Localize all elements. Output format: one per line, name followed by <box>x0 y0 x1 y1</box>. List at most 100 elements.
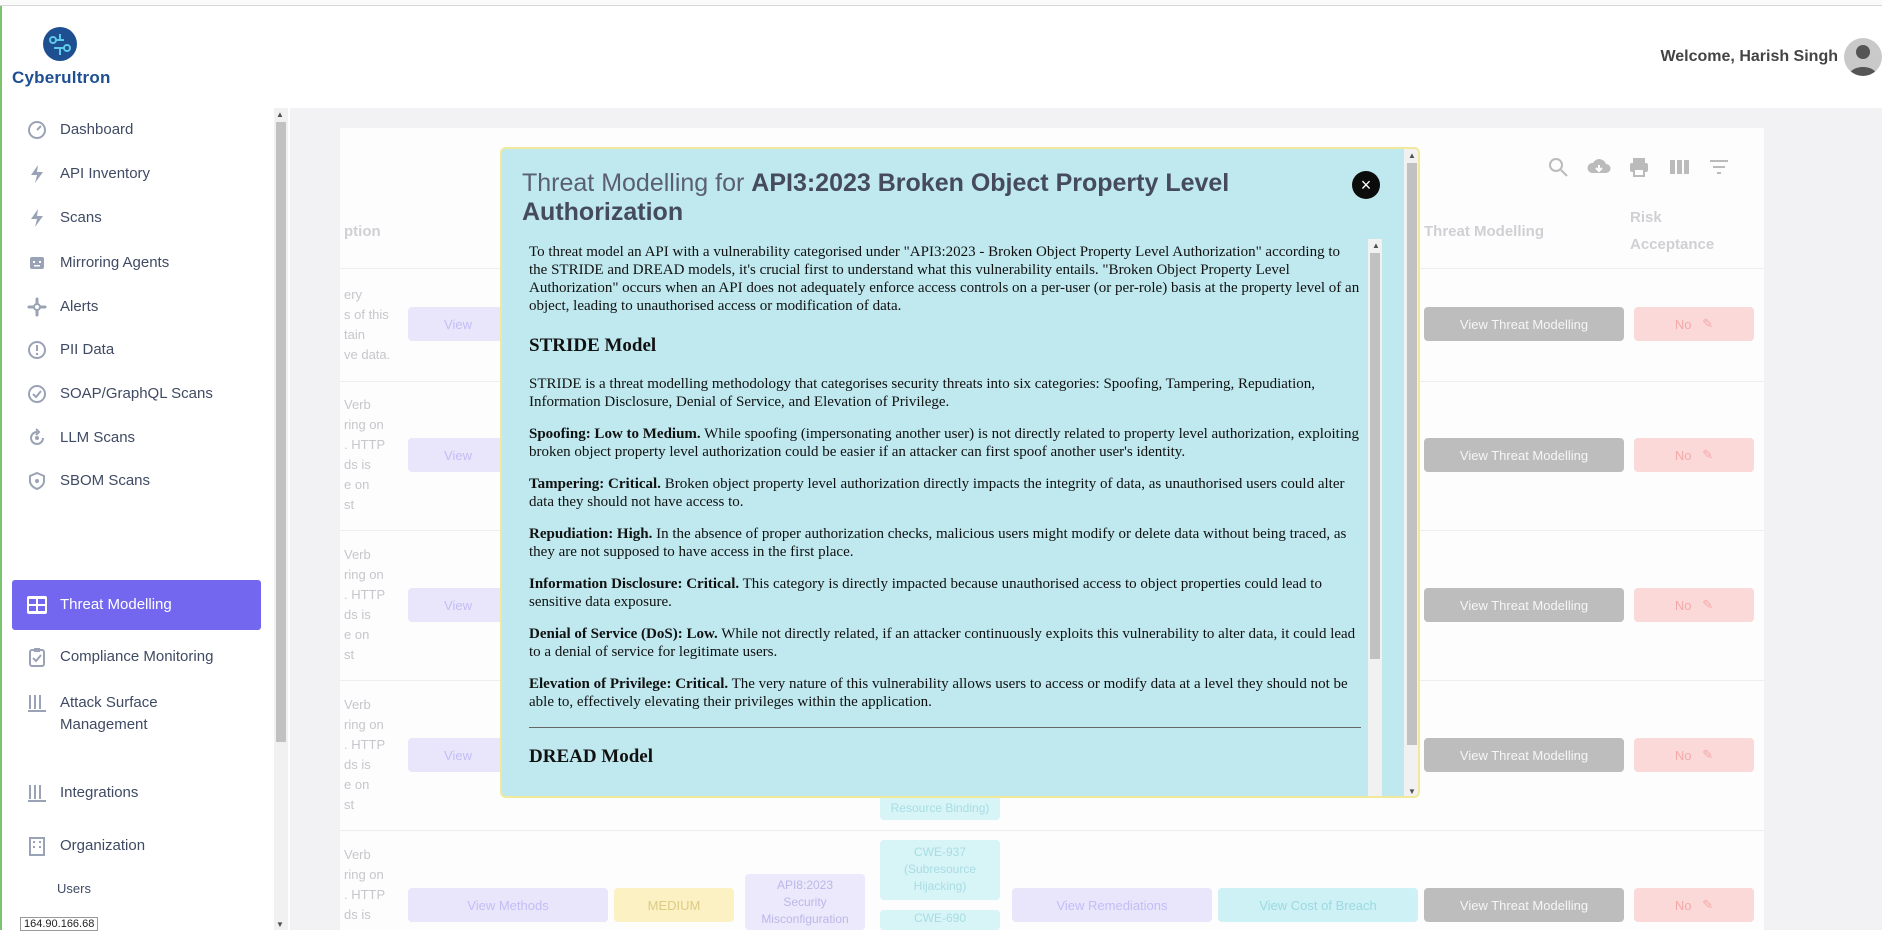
sidebar-item-soap-graphql-scans[interactable]: SOAP/GraphQL Scans <box>12 372 261 416</box>
scroll-up-arrow-icon[interactable]: ▲ <box>1372 241 1380 250</box>
sidebar-item-dashboard[interactable]: Dashboard <box>12 108 261 152</box>
user-avatar-icon <box>1849 45 1877 76</box>
sidebar-item-label: Mirroring Agents <box>60 254 170 271</box>
print-icon[interactable] <box>1627 155 1651 179</box>
sidebar-item-compliance-monitoring[interactable]: Compliance Monitoring <box>12 635 261 679</box>
stride-intro: STRIDE is a threat modelling methodology… <box>529 376 1316 410</box>
risk-acceptance-toggle[interactable]: No ✎ <box>1634 438 1754 472</box>
alert-icon <box>26 296 48 318</box>
risk-acceptance-toggle[interactable]: No ✎ <box>1634 588 1754 622</box>
scroll-up-arrow-icon[interactable]: ▲ <box>276 110 284 119</box>
cloud-download-icon[interactable] <box>1586 155 1611 179</box>
modal-title: Threat Modelling for API3:2023 Broken Ob… <box>522 169 1230 226</box>
risk-acceptance-toggle[interactable]: No ✎ <box>1634 888 1754 922</box>
view-threat-modelling-button[interactable]: View Threat Modelling <box>1424 588 1624 622</box>
robot-icon <box>26 252 48 274</box>
column-header-acceptance: Acceptance <box>1630 236 1715 253</box>
sidebar-item-label: LLM Scans <box>60 429 136 446</box>
table-row-description: Verb ring on. HTTP ds is e on st <box>344 547 386 662</box>
risk-acceptance-toggle[interactable]: No ✎ <box>1634 738 1754 772</box>
edit-icon: ✎ <box>1702 316 1714 331</box>
shield-icon <box>26 470 48 492</box>
bolt-icon <box>26 207 48 229</box>
sidebar-item-api-inventory[interactable]: API Inventory <box>12 152 261 196</box>
dashboard-icon <box>26 119 48 141</box>
view-threat-modelling-button[interactable]: View Threat Modelling <box>1424 307 1624 341</box>
sidebar-item-mirroring-agents[interactable]: Mirroring Agents <box>12 241 261 285</box>
stride-item-information-disclosure: Information Disclosure: Critical. This c… <box>529 576 1322 610</box>
sidebar-item-pii-data[interactable]: PII Data <box>12 328 261 372</box>
close-button[interactable]: × <box>1352 171 1380 199</box>
column-header-threat-modelling: Threat Modelling <box>1424 223 1544 240</box>
sidebar-item-label: Threat Modelling <box>60 596 172 613</box>
view-threat-modelling-button[interactable]: View Threat Modelling <box>1424 888 1624 922</box>
sidebar-item-attack-surface-management[interactable]: Attack Surface Management <box>12 692 261 736</box>
cwe-badge: CWE-937 (Subresource Hijacking) <box>880 840 1000 900</box>
view-methods-button[interactable]: View <box>408 588 508 622</box>
scroll-down-arrow-icon[interactable]: ▼ <box>276 920 284 929</box>
sidebar-item-label: Compliance Monitoring <box>60 648 214 665</box>
sidebar-item-label: API Inventory <box>60 165 151 182</box>
table-row-description: Verb ring on. HTTP ds is e on st <box>344 697 386 812</box>
modal-body-scrollbar-thumb[interactable] <box>1370 253 1380 659</box>
sidebar-item-sbom-scans[interactable]: SBOM Scans <box>12 459 261 503</box>
window-edge <box>0 6 2 930</box>
view-methods-button[interactable]: View <box>408 738 508 772</box>
sidebar-item-label: Organization <box>60 837 146 854</box>
view-threat-modelling-button[interactable]: View Threat Modelling <box>1424 738 1624 772</box>
view-methods-button[interactable]: View Methods <box>408 888 608 922</box>
cwe-badge: CWE-690 <box>880 910 1000 930</box>
stride-item-spoofing: Spoofing: Low to Medium. While spoofing … <box>529 426 1359 460</box>
edit-icon: ✎ <box>1702 897 1714 912</box>
columns-icon[interactable] <box>1667 155 1691 179</box>
owasp-category-badge: API8:2023 Security Misconfiguration <box>745 874 865 930</box>
sidebar-item-organization[interactable]: Organization <box>12 824 261 868</box>
risk-acceptance-value: No <box>1674 316 1692 332</box>
sidebar-subitem-users[interactable]: Users <box>57 881 91 896</box>
edit-icon: ✎ <box>1702 747 1714 762</box>
welcome-text: Welcome, Harish Singh <box>1660 48 1838 65</box>
bars-icon <box>26 782 48 804</box>
stride-heading: STRIDE Model <box>529 335 657 356</box>
view-remediations-button[interactable]: View Remediations <box>1012 888 1212 922</box>
risk-acceptance-value: No <box>1674 897 1692 913</box>
avatar[interactable] <box>1844 38 1882 76</box>
view-methods-button[interactable]: View <box>408 438 508 472</box>
sidebar-item-label: Attack Surface <box>60 694 158 711</box>
modal-scrollbar-thumb[interactable] <box>1407 163 1417 745</box>
sidebar-item-llm-scans[interactable]: LLM Scans <box>12 416 261 460</box>
search-icon[interactable] <box>1546 155 1570 179</box>
stride-item-denial-of-service: Denial of Service (DoS): Low. While not … <box>529 626 1356 660</box>
sidebar-item-alerts[interactable]: Alerts <box>12 285 261 329</box>
edit-icon: ✎ <box>1702 447 1714 462</box>
stride-item-tampering: Tampering: Critical. Broken object prope… <box>529 476 1345 510</box>
logo-icon <box>43 27 77 61</box>
scroll-down-arrow-icon[interactable]: ▼ <box>1408 787 1416 796</box>
view-methods-button[interactable]: View <box>408 307 508 341</box>
scroll-up-arrow-icon[interactable]: ▲ <box>1408 151 1416 160</box>
sidebar-item-integrations[interactable]: Integrations <box>12 771 261 815</box>
check-circle-icon <box>26 383 48 405</box>
sidebar-item-threat-modelling[interactable]: Threat Modelling <box>12 580 261 630</box>
edit-icon: ✎ <box>1702 597 1714 612</box>
risk-acceptance-value: No <box>1674 447 1692 463</box>
sidebar-item-label: SBOM Scans <box>60 472 151 489</box>
sidebar-item-scans[interactable]: Scans <box>12 196 261 240</box>
sidebar-item-label-line2: Management <box>60 716 148 733</box>
risk-acceptance-toggle[interactable]: No ✎ <box>1634 307 1754 341</box>
sidebar-scrollbar-thumb[interactable] <box>276 122 286 742</box>
brand-name: Cyberultron <box>12 68 111 87</box>
view-threat-modelling-button[interactable]: View Threat Modelling <box>1424 438 1624 472</box>
close-icon: × <box>1360 175 1372 195</box>
severity-badge: MEDIUM <box>614 888 734 922</box>
cwe-badge: Resource Binding) <box>880 796 1000 820</box>
grid-icon <box>26 594 48 616</box>
status-url-tooltip: 164.90.166.68 <box>20 917 99 931</box>
modal-body: To threat model an API with a vulnerabil… <box>512 239 1382 796</box>
filter-icon[interactable] <box>1707 155 1731 179</box>
table-row-description: Verb ring on. HTTP ds is <box>344 847 386 922</box>
sidebar-item-label: SOAP/GraphQL Scans <box>60 385 213 402</box>
sidebar-item-label: PII Data <box>60 341 115 358</box>
view-cost-of-breach-button[interactable]: View Cost of Breach <box>1218 888 1418 922</box>
brand-logo[interactable]: Cyberultron <box>10 26 120 88</box>
